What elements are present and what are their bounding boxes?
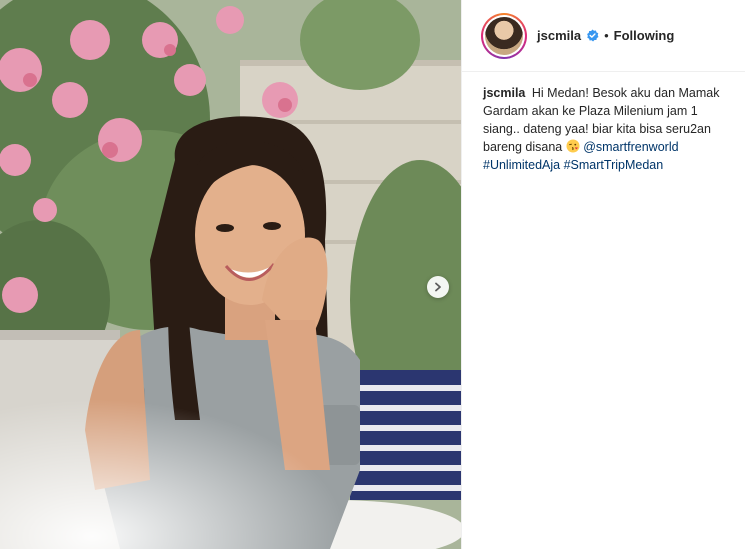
avatar[interactable] [485,16,523,55]
separator-dot: • [604,28,609,43]
hashtag-link-unlimitedaja[interactable]: #UnlimitedAja [483,158,560,172]
instagram-post: jscmila • Following jscmila Hi Medan! Be… [0,0,745,549]
hashtag-link-smarttripmedan[interactable]: #SmartTripMedan [564,158,664,172]
post-caption: jscmila Hi Medan! Besok aku dan Mamak Ga… [462,72,745,174]
post-header: jscmila • Following [462,0,745,72]
header-user-info: jscmila • Following [537,28,674,43]
following-button[interactable]: Following [614,28,675,43]
post-side-panel: jscmila • Following jscmila Hi Medan! Be… [461,0,745,549]
next-photo-button[interactable] [427,276,449,298]
post-photo[interactable] [0,0,461,549]
photo-illustration [0,0,461,549]
kissing-face-emoji [566,139,580,153]
caption-username-link[interactable]: jscmila [483,86,525,100]
mention-link[interactable]: @smartfrenworld [583,140,678,154]
chevron-right-icon [435,282,441,292]
avatar-story-ring[interactable] [481,12,527,59]
username-link[interactable]: jscmila [537,28,581,43]
verified-badge-icon [587,29,599,42]
